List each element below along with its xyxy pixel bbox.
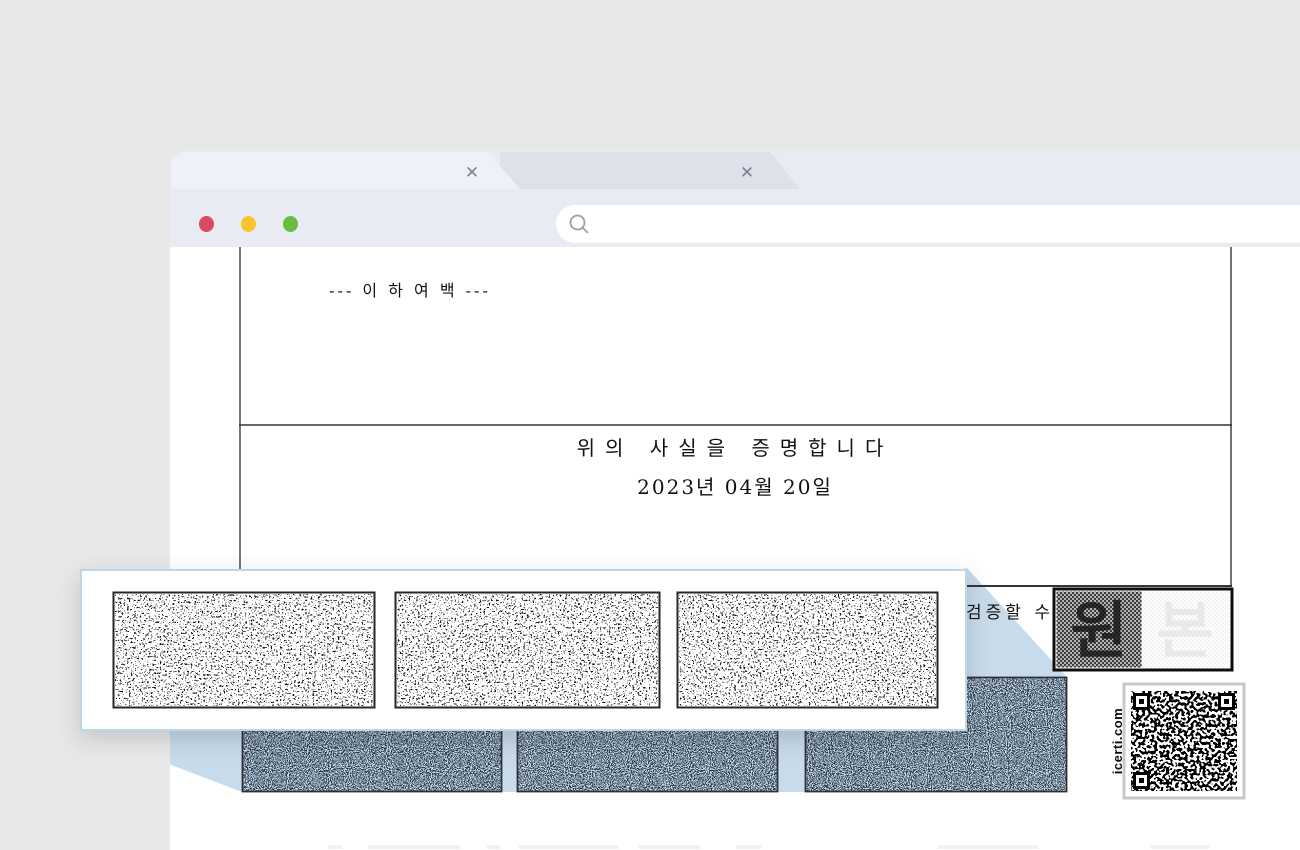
- magnified-strip-1: [114, 593, 375, 708]
- blank-below-notice: --- 이 하 여 백 ---: [240, 277, 580, 301]
- window-close-button[interactable]: [199, 216, 214, 232]
- tab-1-close-icon[interactable]: ✕: [462, 162, 482, 184]
- certify-statement: 위의 사실을 증명합니다: [240, 432, 1230, 461]
- tab-2-close-icon[interactable]: ✕: [737, 162, 757, 184]
- search-input[interactable]: [600, 209, 1284, 241]
- browser-viewport: [170, 247, 1300, 850]
- verification-note-fragment: 검증할 수: [966, 598, 1054, 623]
- issue-date: 2023년 04월 20일: [240, 471, 1230, 500]
- magnified-security-strips: [82, 571, 965, 729]
- qr-caption: icerti.com: [1110, 686, 1126, 796]
- search-icon: [568, 213, 590, 235]
- magnified-strip-2: [396, 593, 660, 708]
- magnifier-overlay-panel: [80, 569, 967, 731]
- window-maximize-button[interactable]: [283, 216, 298, 232]
- browser-window: ✕ ✕: [170, 150, 1300, 850]
- magnified-strip-3: [678, 593, 938, 708]
- screenshot-stage: ✕ ✕: [0, 0, 1300, 850]
- window-minimize-button[interactable]: [241, 216, 256, 232]
- address-search-bar[interactable]: [556, 205, 1300, 243]
